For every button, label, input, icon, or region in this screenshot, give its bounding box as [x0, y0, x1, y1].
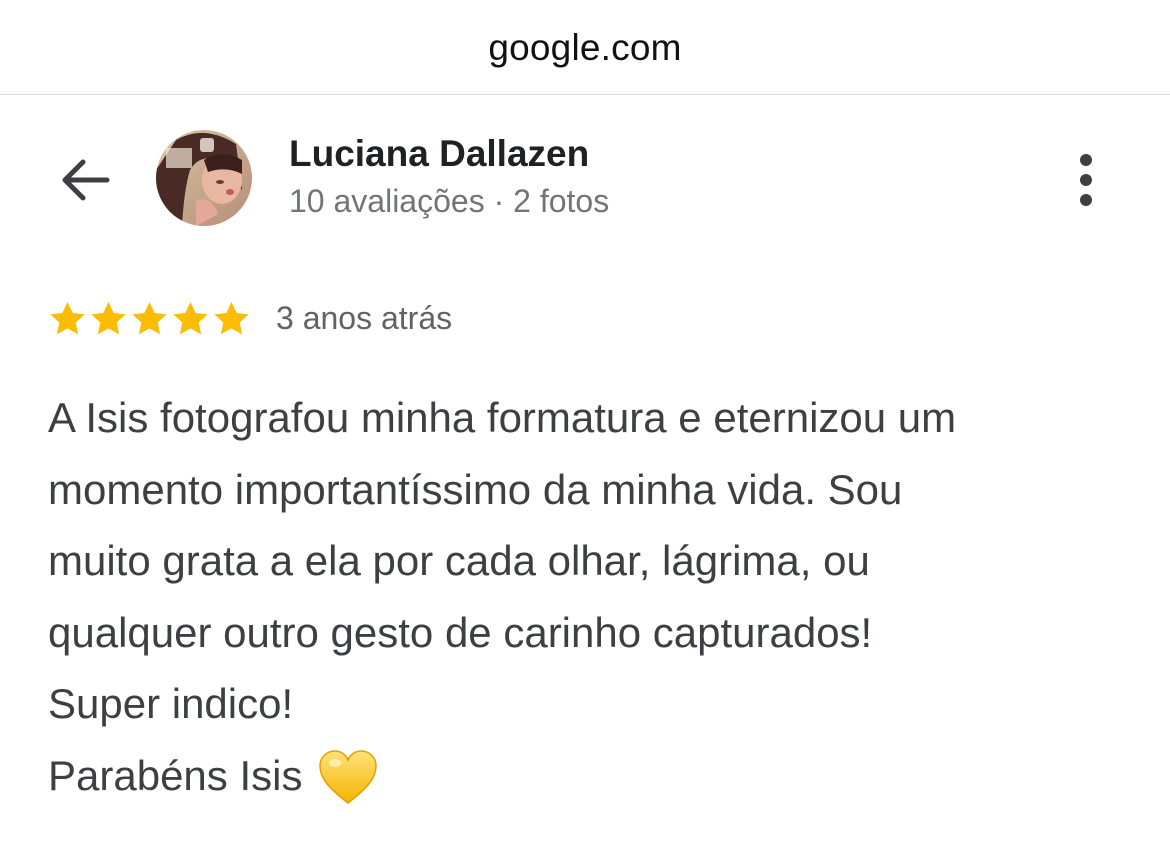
star-icon [50, 302, 85, 335]
more-options-button[interactable] [1062, 148, 1110, 212]
review-page: google.com Luciana Dallazen 10 avaliaçõe… [0, 0, 1170, 864]
star-rating [47, 299, 252, 339]
avatar[interactable] [156, 130, 252, 226]
star-icon [214, 302, 249, 335]
avatar-photo [156, 130, 252, 226]
browser-url-bar[interactable]: google.com [0, 0, 1170, 95]
reviewer-name[interactable]: Luciana Dallazen [289, 133, 589, 175]
star-icon [173, 302, 208, 335]
star-icon [132, 302, 167, 335]
back-button[interactable] [52, 150, 116, 210]
star-icon [91, 302, 126, 335]
review-closing-line: Parabéns Isis [48, 740, 378, 812]
arrow-left-icon [62, 159, 110, 201]
url-text[interactable]: google.com [488, 27, 681, 69]
review-closing-text: Parabéns Isis [48, 752, 303, 799]
review-date: 3 anos atrás [276, 300, 453, 336]
yellow-heart-icon [319, 749, 378, 804]
review-body: A Isis fotografou minha formatura e eter… [48, 394, 957, 727]
more-vert-icon [1080, 154, 1092, 206]
reviewer-meta: 10 avaliações · 2 fotos [289, 183, 610, 219]
